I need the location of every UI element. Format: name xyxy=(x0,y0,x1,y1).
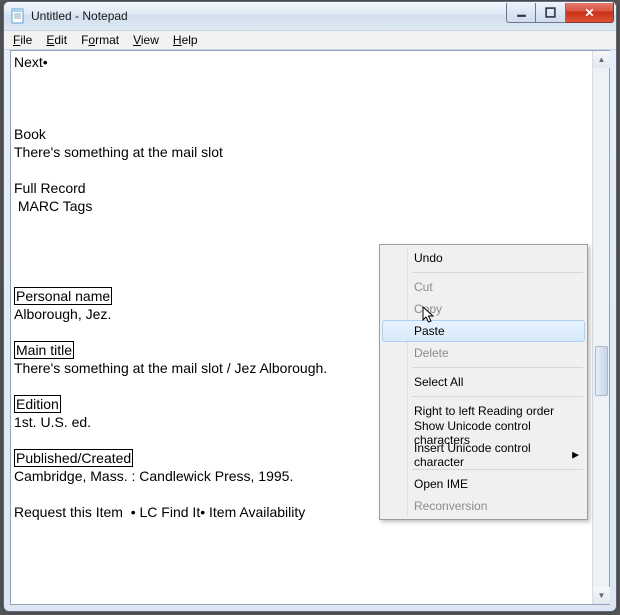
menubar: File Edit Format View Help xyxy=(4,30,616,50)
menu-view[interactable]: View xyxy=(126,31,166,49)
minimize-button[interactable] xyxy=(506,3,536,23)
bullet-icon: • xyxy=(43,54,48,70)
scroll-thumb[interactable] xyxy=(595,346,608,396)
label-main-title: Main title xyxy=(14,341,74,359)
window-title: Untitled - Notepad xyxy=(31,9,128,23)
notepad-icon xyxy=(10,8,26,24)
context-reconversion: Reconversion xyxy=(382,495,585,517)
label-published-created: Published/Created xyxy=(14,449,133,467)
context-open-ime[interactable]: Open IME xyxy=(382,473,585,495)
close-button[interactable] xyxy=(566,3,614,23)
scroll-up-arrow[interactable]: ▲ xyxy=(593,51,610,68)
context-insert-unicode[interactable]: Insert Unicode control character▶ xyxy=(382,444,585,466)
menu-edit[interactable]: Edit xyxy=(39,31,74,49)
window-controls xyxy=(506,3,614,23)
menu-format[interactable]: Format xyxy=(74,31,126,49)
titlebar[interactable]: Untitled - Notepad xyxy=(4,2,616,30)
maximize-button[interactable] xyxy=(536,3,566,23)
label-edition: Edition xyxy=(14,395,61,413)
label-personal-name: Personal name xyxy=(14,287,112,305)
context-copy: Copy xyxy=(382,298,585,320)
context-select-all[interactable]: Select All xyxy=(382,371,585,393)
scroll-down-arrow[interactable]: ▼ xyxy=(593,587,610,604)
vertical-scrollbar[interactable]: ▲ ▼ xyxy=(592,51,609,604)
context-cut: Cut xyxy=(382,276,585,298)
menu-file[interactable]: File xyxy=(6,31,39,49)
submenu-arrow-icon: ▶ xyxy=(572,450,579,461)
context-delete: Delete xyxy=(382,342,585,364)
menu-help[interactable]: Help xyxy=(166,31,205,49)
context-menu: Undo Cut Copy Paste Delete Select All Ri… xyxy=(379,244,588,520)
context-paste[interactable]: Paste xyxy=(382,320,585,342)
context-undo[interactable]: Undo xyxy=(382,247,585,269)
